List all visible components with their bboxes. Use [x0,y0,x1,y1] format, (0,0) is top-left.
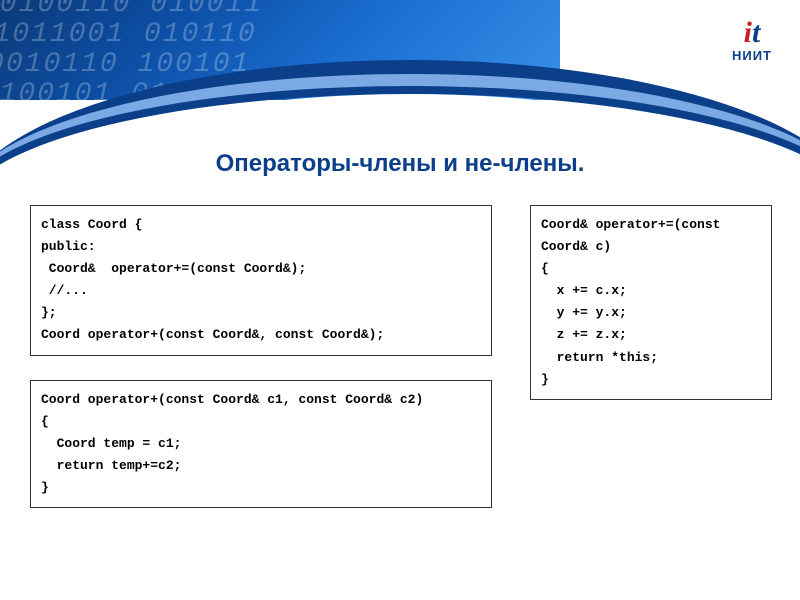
code-operator-plus-impl: Coord operator+(const Coord& c1, const C… [30,380,492,508]
logo-it: it [732,20,772,46]
logo-t: t [752,16,760,49]
code-operator-pluseq-impl: Coord& operator+=(const Coord& c) { x +=… [530,205,772,400]
code-class-declaration: class Coord { public: Coord& operator+=(… [30,205,492,356]
niit-logo: it НИИТ [732,20,772,63]
slide-title: Операторы-члены и не-члены. [0,150,800,178]
slide: 0100110 010011 1011001 010110 0010110 10… [0,0,800,600]
logo-subtitle: НИИТ [732,48,772,63]
logo-i: i [744,16,752,49]
